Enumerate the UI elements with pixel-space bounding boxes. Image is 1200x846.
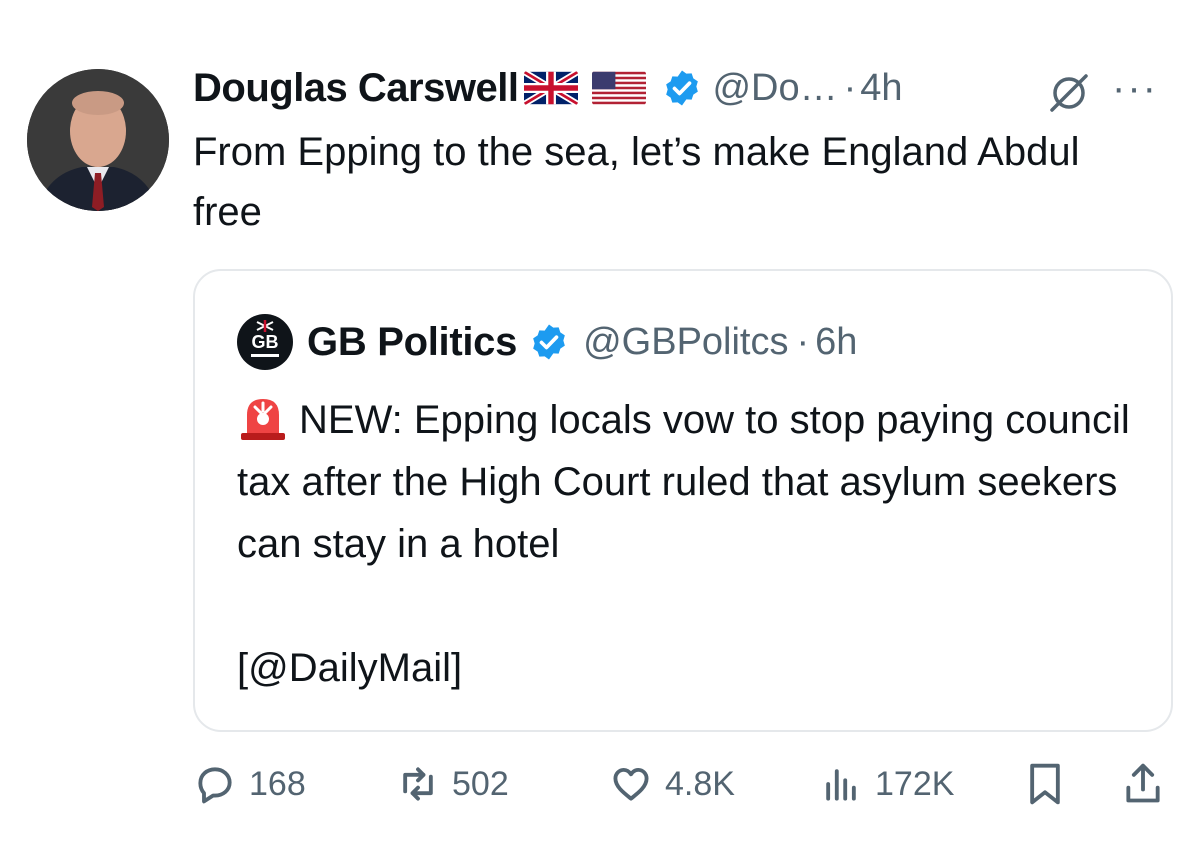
share-button[interactable] [1121,756,1165,812]
quoted-tweet-header: GB GB Politics @GBPolitcs · 6h [237,314,857,370]
like-button[interactable]: 4.8K [609,756,735,812]
heart-icon [613,767,649,801]
views-icon [826,769,856,801]
author-name[interactable]: Douglas Carswell [193,66,519,111]
tweet-time[interactable]: 4h [860,67,902,110]
reply-count: 168 [249,764,306,803]
quoted-author-name[interactable]: GB Politics [307,320,517,365]
more-options-icon[interactable]: ··· [1112,68,1158,108]
avatar-photo [27,69,169,211]
bookmark-button[interactable] [1023,756,1067,812]
reply-icon [198,767,232,804]
like-count: 4.8K [665,764,735,803]
quoted-tweet[interactable]: GB GB Politics @GBPolitcs · 6h NEW: Eppi… [193,269,1173,732]
quoted-tweet-time[interactable]: 6h [815,321,857,364]
repost-button[interactable]: 502 [396,756,509,812]
author-handle[interactable]: @Do… [712,67,837,110]
gb-politics-logo[interactable]: GB [237,314,293,370]
quoted-tweet-body: NEW: Epping locals vow to stop paying co… [237,398,1130,690]
gb-logo-text: GB [251,332,279,352]
repost-count: 502 [452,764,509,803]
quoted-author-handle[interactable]: @GBPolitcs [583,321,788,364]
quoted-tweet-text: NEW: Epping locals vow to stop paying co… [237,389,1147,699]
bookmark-icon [1030,763,1060,805]
avatar[interactable] [27,69,169,211]
separator-dot: · [843,66,857,109]
tweet-text: From Epping to the sea, let’s make Engla… [193,130,1080,234]
views-count: 172K [875,764,955,803]
reply-button[interactable]: 168 [193,756,306,812]
uk-flag-icon [524,71,579,105]
us-flag-icon [592,71,647,105]
views-button[interactable]: 172K [819,756,954,812]
grok-icon[interactable] [1046,70,1092,116]
action-bar: 168 502 4.8K 172K [193,756,1168,812]
share-icon [1126,763,1160,803]
tweet-header: Douglas Carswell @Do… · 4h [193,58,903,118]
separator-dot: · [796,320,810,363]
verified-badge-icon[interactable] [662,68,702,108]
verified-badge-icon[interactable] [529,322,569,362]
siren-icon [237,393,289,441]
repost-icon [403,767,433,801]
